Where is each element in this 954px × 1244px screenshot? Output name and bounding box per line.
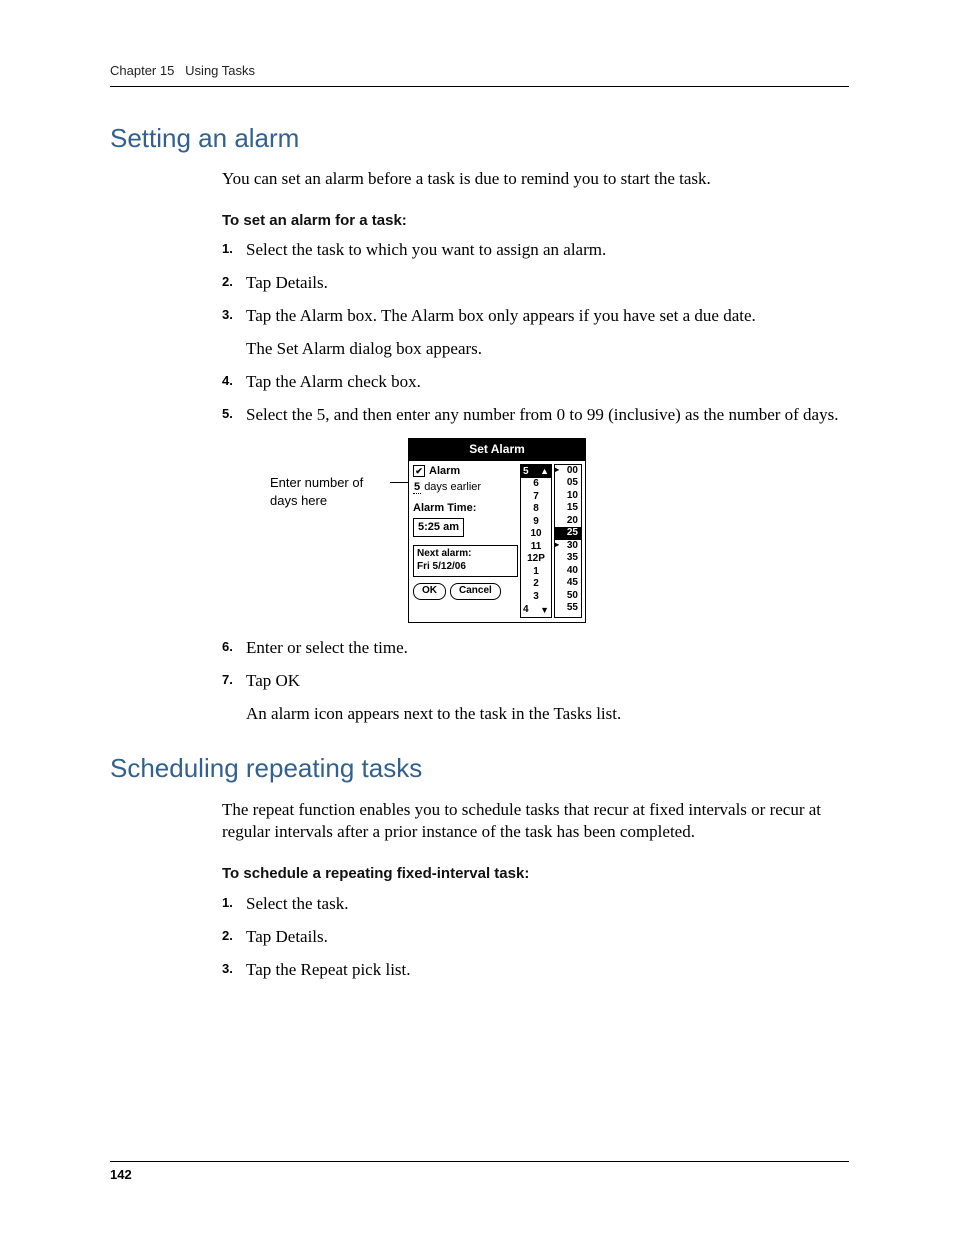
r-step-3: Tap the Repeat pick list.	[222, 959, 849, 982]
procedure-heading-repeat: To schedule a repeating fixed-interval t…	[222, 864, 849, 884]
page-number: 142	[110, 1167, 132, 1182]
days-value[interactable]: 5	[413, 481, 421, 494]
step-7: Tap OK An alarm icon appears next to the…	[222, 670, 849, 726]
section-heading-repeating: Scheduling repeating tasks	[110, 751, 849, 786]
hour-picker[interactable]: 5▲ 6 7 8 9 10 11 12P 1 2 3 4▼	[520, 464, 552, 618]
figure-set-alarm: Enter number of days here Set Alarm ✔ Al…	[270, 438, 849, 622]
step-5: Select the 5, and then enter any number …	[222, 404, 849, 623]
scroll-up-icon[interactable]: ▲	[540, 465, 549, 477]
procedure-heading-set-alarm: To set an alarm for a task:	[222, 211, 849, 231]
r-step-2: Tap Details.	[222, 926, 849, 949]
minute-picker[interactable]: 00 05 10 15 20 25 30 35 40 45 50 55	[554, 464, 582, 618]
section-heading-setting-alarm: Setting an alarm	[110, 121, 849, 156]
step-3: Tap the Alarm box. The Alarm box only ap…	[222, 305, 849, 361]
step-6: Enter or select the time.	[222, 637, 849, 660]
steps-repeat: Select the task. Tap Details. Tap the Re…	[222, 893, 849, 982]
cancel-button[interactable]: Cancel	[450, 583, 501, 600]
ok-button[interactable]: OK	[413, 583, 446, 600]
step-2: Tap Details.	[222, 272, 849, 295]
scroll-down-icon[interactable]: ▼	[540, 604, 549, 616]
running-header: Chapter 15 Using Tasks	[110, 62, 849, 87]
alarm-time-label: Alarm Time:	[413, 501, 518, 516]
step-3-follow: The Set Alarm dialog box appears.	[246, 338, 849, 361]
step-1: Select the task to which you want to ass…	[222, 239, 849, 262]
set-alarm-dialog: Set Alarm ✔ Alarm 5 days earlier Alarm	[408, 438, 586, 622]
days-suffix: days earlier	[424, 481, 481, 493]
r-step-1: Select the task.	[222, 893, 849, 916]
dialog-title: Set Alarm	[409, 439, 585, 460]
page-footer: 142	[110, 1161, 849, 1184]
chapter-label: Chapter 15	[110, 63, 174, 78]
step-4: Tap the Alarm check box.	[222, 371, 849, 394]
steps-set-alarm: Select the task to which you want to ass…	[222, 239, 849, 726]
next-alarm-box: Next alarm: Fri 5/12/06	[413, 545, 518, 577]
alarm-checkbox[interactable]: ✔	[413, 465, 425, 477]
section1-lead: You can set an alarm before a task is du…	[222, 168, 849, 191]
step-7-follow: An alarm icon appears next to the task i…	[246, 703, 849, 726]
days-earlier-row: 5 days earlier	[413, 480, 518, 495]
callout-leader-line	[390, 482, 408, 483]
alarm-label: Alarm	[429, 464, 460, 479]
chapter-title: Using Tasks	[185, 63, 255, 78]
section2-lead: The repeat function enables you to sched…	[222, 799, 849, 845]
figure-callout: Enter number of days here	[270, 438, 394, 509]
alarm-time-value[interactable]: 5:25 am	[413, 518, 464, 537]
